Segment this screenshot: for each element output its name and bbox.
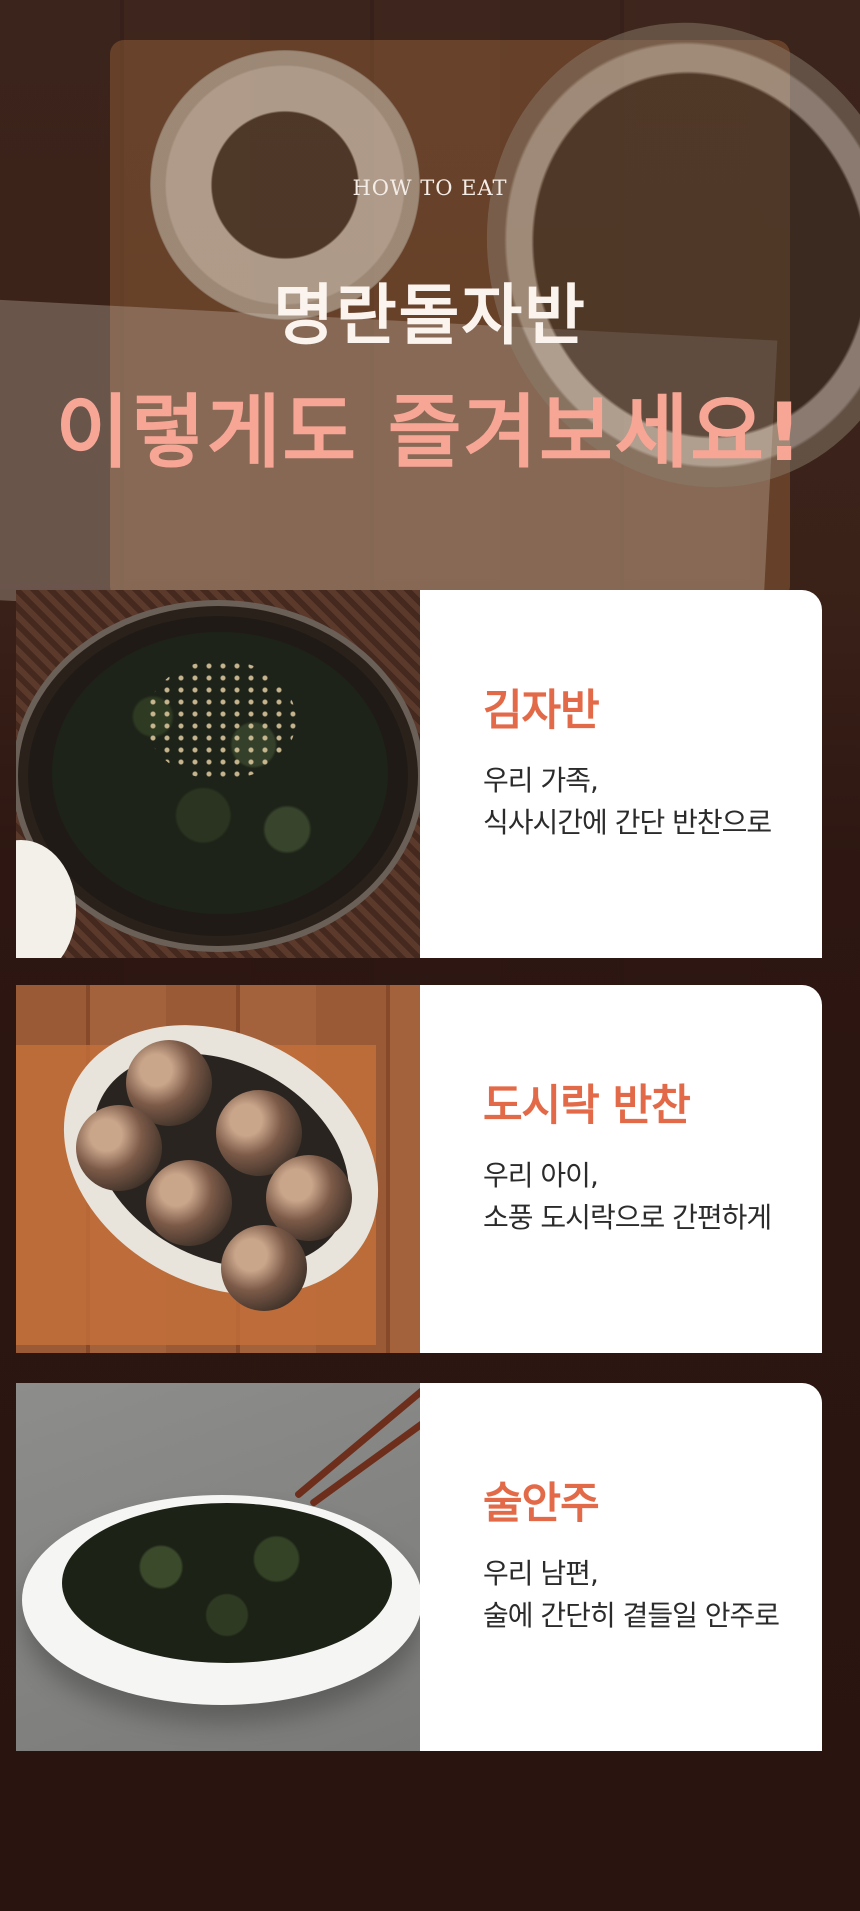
riceball-dish-photo xyxy=(16,985,420,1353)
seaweed-dish-photo xyxy=(16,1383,420,1751)
card-text: 김자반 우리 가족, 식사시간에 간단 반찬으로 xyxy=(483,676,813,844)
card-title: 도시락 반찬 xyxy=(483,1081,691,1131)
page-subtitle: 이렇게도 즐겨보세요! xyxy=(55,386,805,479)
eyebrow-label: HOW TO EAT xyxy=(352,176,508,200)
card-description: 우리 남편, 술에 간단히 곁들일 안주로 xyxy=(483,1557,780,1632)
card-title: 술안주 xyxy=(483,1479,600,1529)
serving-card-side-dish: 김자반 우리 가족, 식사시간에 간단 반찬으로 xyxy=(16,590,822,958)
card-title: 김자반 xyxy=(483,686,600,736)
card-text: 도시락 반찬 우리 아이, 소풍 도시락으로 간편하게 xyxy=(483,1071,813,1239)
card-text: 술안주 우리 남편, 술에 간단히 곁들일 안주로 xyxy=(483,1469,813,1637)
card-description: 우리 가족, 식사시간에 간단 반찬으로 xyxy=(483,764,772,839)
serving-card-lunchbox: 도시락 반찬 우리 아이, 소풍 도시락으로 간편하게 xyxy=(16,985,822,1353)
seaweed-bowl-photo xyxy=(16,590,420,958)
card-description: 우리 아이, 소풍 도시락으로 간편하게 xyxy=(483,1159,772,1234)
page-title: 명란돌자반 xyxy=(273,277,587,354)
serving-card-snack: 술안주 우리 남편, 술에 간단히 곁들일 안주로 xyxy=(16,1383,822,1751)
